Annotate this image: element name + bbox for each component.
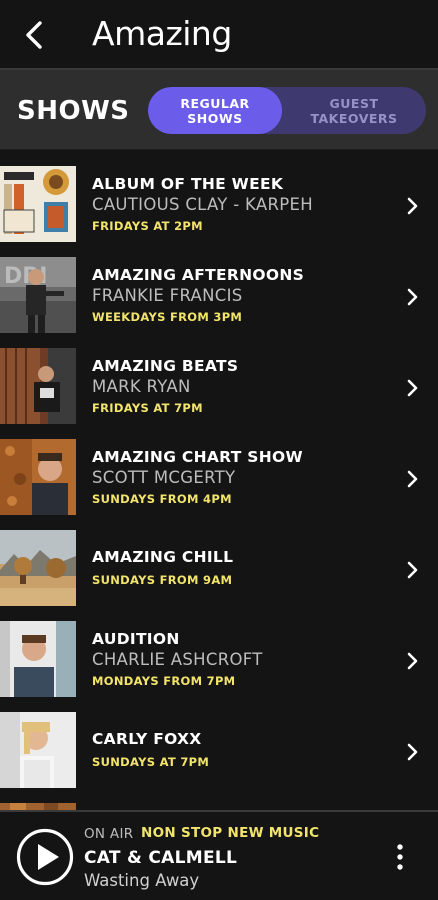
show-artwork — [0, 530, 76, 606]
show-time: FRIDAYS AT 7PM — [92, 401, 203, 415]
chevron-right-icon — [407, 379, 418, 397]
show-name: AUDITION — [92, 630, 180, 648]
show-artwork — [0, 712, 76, 788]
show-time: SUNDAYS FROM 9AM — [92, 573, 233, 587]
now-playing-bar: ON AIR NON STOP NEW MUSIC CAT & CALMELL … — [0, 810, 438, 900]
show-host: MARK RYAN — [92, 377, 191, 396]
show-name: AMAZING CHART SHOW — [92, 448, 303, 466]
show-artwork — [0, 348, 76, 424]
show-name: ALBUM OF THE WEEK — [92, 175, 284, 193]
chevron-right-icon — [407, 470, 418, 488]
show-time: SUNDAYS AT 7PM — [92, 755, 210, 769]
on-air-show: NON STOP NEW MUSIC — [141, 825, 320, 841]
shows-section-header: SHOWS REGULAR SHOWS GUEST TAKEOVERS — [0, 70, 438, 150]
list-item[interactable]: AUDITION CHARLIE ASHCROFT MONDAYS FROM 7… — [0, 605, 438, 697]
shows-list: ALBUM OF THE WEEK CAUTIOUS CLAY - KARPEH… — [0, 150, 438, 810]
shows-type-toggle: REGULAR SHOWS GUEST TAKEOVERS — [148, 87, 426, 134]
show-time: SUNDAYS FROM 4PM — [92, 492, 232, 506]
list-item[interactable]: AMAZING CHILL SUNDAYS FROM 9AM — [0, 514, 438, 606]
more-options-icon[interactable] — [390, 842, 410, 872]
list-item[interactable]: ALBUM OF THE WEEK CAUTIOUS CLAY - KARPEH… — [0, 150, 438, 242]
show-artwork — [0, 439, 76, 515]
chevron-right-icon — [407, 743, 418, 761]
show-artwork: DRI — [0, 257, 76, 333]
list-item[interactable]: AMAZING CHART SHOW SCOTT MCGERTY SUNDAYS… — [0, 423, 438, 515]
play-button-icon[interactable] — [16, 828, 74, 886]
show-artwork — [0, 621, 76, 697]
show-host: SCOTT MCGERTY — [92, 468, 236, 487]
show-host: CAUTIOUS CLAY - KARPEH — [92, 195, 313, 214]
show-artwork — [0, 803, 76, 810]
show-name: AMAZING BEATS — [92, 357, 239, 375]
list-item[interactable]: AMAZING BEATS MARK RYAN FRIDAYS AT 7PM — [0, 332, 438, 424]
show-name: CARLY FOXX — [92, 730, 202, 748]
list-item[interactable]: CARLY FOXX SUNDAYS AT 7PM — [0, 696, 438, 788]
show-host: CHARLIE ASHCROFT — [92, 650, 263, 669]
tab-regular-shows[interactable]: REGULAR SHOWS — [148, 87, 282, 134]
back-arrow-icon[interactable] — [18, 18, 52, 52]
now-playing-artist: CAT & CALMELL — [84, 848, 238, 868]
page-title: SHOWS — [17, 96, 130, 126]
brand-logo: Amazing — [92, 14, 232, 53]
chevron-right-icon — [407, 288, 418, 306]
show-name: AMAZING CHILL — [92, 548, 234, 566]
now-playing-song: Wasting Away — [84, 871, 200, 890]
show-time: MONDAYS FROM 7PM — [92, 674, 236, 688]
show-time: WEEKDAYS FROM 3PM — [92, 310, 243, 324]
top-bar: Amazing — [0, 0, 438, 70]
on-air-label: ON AIR — [84, 826, 134, 842]
chevron-right-icon — [407, 197, 418, 215]
show-artwork — [0, 166, 76, 242]
tab-guest-takeovers[interactable]: GUEST TAKEOVERS — [282, 87, 426, 134]
show-name: AMAZING AFTERNOONS — [92, 266, 305, 284]
chevron-right-icon — [407, 561, 418, 579]
show-host: FRANKIE FRANCIS — [92, 286, 243, 305]
chevron-right-icon — [407, 652, 418, 670]
show-time: FRIDAYS AT 2PM — [92, 219, 203, 233]
list-item-partial — [0, 787, 438, 810]
list-item[interactable]: DRI AMAZING AFTERNOONS FRANKIE FRANCIS W… — [0, 241, 438, 333]
